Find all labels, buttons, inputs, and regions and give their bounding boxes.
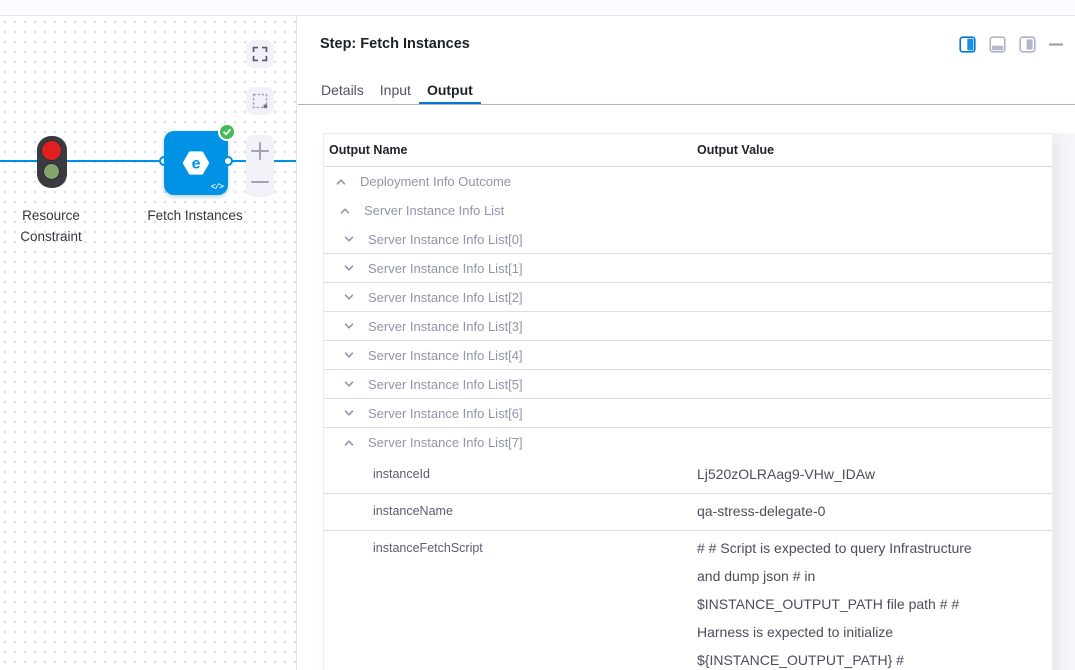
harness-logo-icon: e: [181, 148, 211, 178]
output-kv-row: instanceFetchScript# # Script is expecte…: [324, 531, 1052, 670]
zoom-in-button[interactable]: [246, 135, 274, 166]
output-tree-row[interactable]: Server Instance Info List[6]: [324, 399, 1052, 428]
output-group-label: Server Instance Info List[6]: [368, 406, 523, 421]
output-rows: Deployment Info Outcome Server Instance I…: [324, 167, 1052, 670]
traffic-light-green-icon: [43, 163, 60, 180]
output-group-label: Server Instance Info List[7]: [368, 435, 523, 450]
split-bottom-view-icon[interactable]: [989, 36, 1006, 53]
output-key: instanceName: [324, 497, 697, 525]
code-icon: </>: [211, 182, 223, 192]
output-tree-row[interactable]: Server Instance Info List[0]: [324, 225, 1052, 254]
tab-input[interactable]: Input: [372, 76, 419, 105]
output-key: instanceId: [324, 460, 697, 488]
output-tree-row[interactable]: Server Instance Info List[7]: [324, 428, 1052, 457]
output-tree-row[interactable]: Deployment Info Outcome: [324, 167, 1052, 196]
output-tree-row[interactable]: Server Instance Info List[3]: [324, 312, 1052, 341]
chevron-down-icon[interactable]: [342, 232, 356, 246]
chevron-up-icon[interactable]: [334, 175, 348, 189]
table-header: Output Name Output Value: [324, 134, 1052, 167]
output-group-label: Server Instance Info List[4]: [368, 348, 523, 363]
output-group-label: Server Instance Info List[3]: [368, 319, 523, 334]
zoom-to-fit-icon: [250, 44, 270, 64]
output-tree-row[interactable]: Server Instance Info List[4]: [324, 341, 1052, 370]
chevron-up-icon[interactable]: [338, 204, 352, 218]
output-group-label: Server Instance Info List[2]: [368, 290, 523, 305]
output-kv-row: instanceIdLj520zOLRAag9-VHw_IDAw: [324, 457, 1052, 494]
tree-row-name-cell: Server Instance Info List[2]: [324, 290, 523, 305]
minimize-icon[interactable]: [1049, 36, 1063, 53]
tree-row-name-cell: Server Instance Info List: [324, 203, 504, 218]
pipeline-canvas[interactable]: Resource Constraint e </> Fetch Instance…: [0, 17, 297, 670]
output-group-label: Server Instance Info List: [364, 203, 504, 218]
output-table-card: Output Name Output Value Deployment Info…: [323, 133, 1053, 670]
marquee-select-icon: [250, 91, 270, 111]
zoom-out-icon: [249, 171, 271, 193]
output-value: Lj520zOLRAag9-VHw_IDAw: [697, 460, 985, 488]
output-key: instanceFetchScript: [324, 534, 697, 562]
tab-details[interactable]: Details: [313, 76, 372, 105]
detail-tabs: Details Input Output: [313, 76, 481, 105]
step-detail-panel: Step: Fetch Instances Details Input Outp…: [298, 17, 1075, 670]
split-right-view-icon[interactable]: [959, 36, 976, 53]
top-bar: [0, 0, 1075, 16]
page-title: Step: Fetch Instances: [320, 36, 470, 52]
output-value: qa-stress-delegate-0: [697, 497, 985, 525]
tree-row-name-cell: Server Instance Info List[1]: [324, 261, 523, 276]
zoom-out-button[interactable]: [246, 166, 274, 197]
svg-text:e: e: [192, 156, 201, 173]
chevron-down-icon[interactable]: [342, 377, 356, 391]
tab-output[interactable]: Output: [419, 76, 481, 105]
output-group-label: Server Instance Info List[1]: [368, 261, 523, 276]
panel-view-controls: [959, 36, 1063, 52]
output-tree-row[interactable]: Server Instance Info List: [324, 196, 1052, 225]
drawer-view-icon[interactable]: [1019, 36, 1036, 53]
marquee-select-button[interactable]: [246, 87, 274, 115]
tree-row-name-cell: Server Instance Info List[3]: [324, 319, 523, 334]
tree-row-name-cell: Server Instance Info List[5]: [324, 377, 523, 392]
card-shadow-gutter: [1054, 133, 1075, 670]
chevron-down-icon[interactable]: [342, 290, 356, 304]
tree-row-name-cell: Deployment Info Outcome: [324, 174, 511, 189]
output-group-label: Deployment Info Outcome: [360, 174, 511, 189]
node-label-fetch-instances: Fetch Instances: [125, 205, 265, 226]
chevron-down-icon[interactable]: [342, 261, 356, 275]
zoom-to-fit-button[interactable]: [246, 40, 274, 68]
output-tree-row[interactable]: Server Instance Info List[2]: [324, 283, 1052, 312]
output-value: # # Script is expected to query Infrastr…: [697, 534, 985, 670]
resource-constraint-node[interactable]: [37, 136, 67, 188]
tree-row-name-cell: Server Instance Info List[7]: [324, 435, 523, 450]
node-output-port: [223, 156, 233, 166]
column-header-output-value: Output Value: [697, 143, 1052, 157]
output-group-label: Server Instance Info List[0]: [368, 232, 523, 247]
tabs-divider: [298, 104, 1075, 105]
zoom-controls: [246, 135, 274, 197]
chevron-down-icon[interactable]: [342, 348, 356, 362]
node-label-resource-constraint: Resource Constraint: [1, 205, 101, 247]
chevron-up-icon[interactable]: [342, 436, 356, 450]
traffic-light-red-icon: [41, 140, 62, 161]
success-check-icon: [218, 123, 236, 141]
output-tree-row[interactable]: Server Instance Info List[1]: [324, 254, 1052, 283]
tree-row-name-cell: Server Instance Info List[0]: [324, 232, 523, 247]
output-group-label: Server Instance Info List[5]: [368, 377, 523, 392]
zoom-in-icon: [249, 140, 271, 162]
tree-row-name-cell: Server Instance Info List[4]: [324, 348, 523, 363]
chevron-down-icon[interactable]: [342, 406, 356, 420]
output-tree-row[interactable]: Server Instance Info List[5]: [324, 370, 1052, 399]
output-kv-row: instanceNameqa-stress-delegate-0: [324, 494, 1052, 531]
column-header-output-name: Output Name: [324, 143, 697, 157]
fetch-instances-node[interactable]: e </>: [164, 131, 228, 195]
chevron-down-icon[interactable]: [342, 319, 356, 333]
tree-row-name-cell: Server Instance Info List[6]: [324, 406, 523, 421]
